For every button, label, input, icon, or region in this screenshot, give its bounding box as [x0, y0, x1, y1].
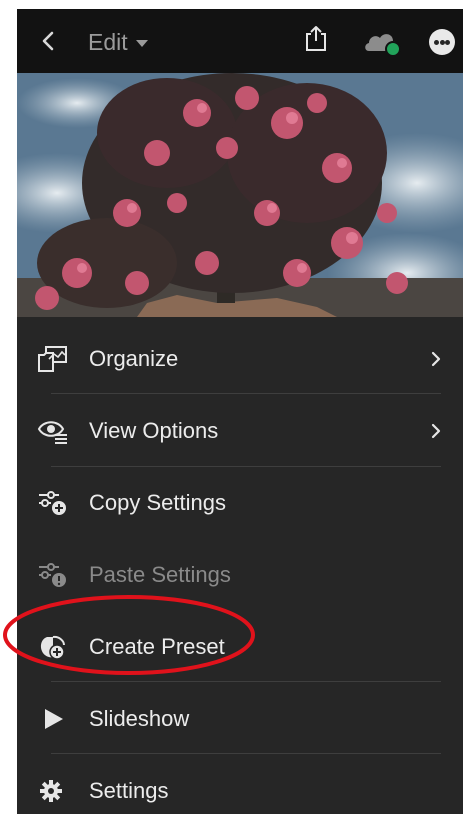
- menu-item-create-preset[interactable]: Create Preset: [17, 611, 463, 683]
- organize-icon: [38, 346, 67, 372]
- menu-item-label: Organize: [89, 346, 179, 371]
- gear-icon: [40, 780, 62, 802]
- photo-image: [17, 73, 463, 317]
- divider: [51, 681, 441, 682]
- menu-item-label: Create Preset: [89, 634, 225, 659]
- play-icon: [45, 709, 63, 729]
- caret-down-icon: [135, 39, 148, 47]
- divider: [51, 393, 441, 394]
- chevron-left-icon[interactable]: [37, 29, 61, 53]
- menu-item-label: Slideshow: [89, 706, 190, 731]
- phone-screen: Edit Organize View Options Copy Settings…: [17, 9, 463, 814]
- edit-mode-dropdown[interactable]: Edit: [88, 27, 148, 57]
- menu-item-label: Paste Settings: [89, 562, 231, 587]
- menu-item-copy-settings[interactable]: Copy Settings: [17, 467, 463, 539]
- menu-item-slideshow[interactable]: Slideshow: [17, 683, 463, 755]
- chevron-right-icon: [431, 351, 441, 367]
- menu-item-label: Copy Settings: [89, 490, 226, 515]
- menu-item-label: View Options: [89, 418, 219, 443]
- menu-item-settings[interactable]: Settings: [17, 755, 463, 814]
- cloud-sync-icon[interactable]: [363, 29, 405, 57]
- menu-item-organize[interactable]: Organize: [17, 323, 463, 395]
- divider: [51, 753, 441, 754]
- menu-item-paste-settings: Paste Settings: [17, 539, 463, 611]
- more-icon[interactable]: [429, 29, 455, 55]
- top-bar: Edit: [17, 9, 463, 73]
- chevron-right-icon: [431, 423, 441, 439]
- copy-settings-icon: [39, 491, 66, 515]
- menu-item-view-options[interactable]: View Options: [17, 395, 463, 467]
- page-title: Edit: [88, 29, 128, 55]
- paste-settings-icon: [39, 563, 66, 587]
- view-options-icon: [37, 421, 67, 444]
- share-icon[interactable]: [304, 25, 328, 53]
- create-preset-icon: [40, 635, 65, 660]
- menu-item-label: Settings: [89, 778, 169, 803]
- photo-preview: [17, 73, 463, 317]
